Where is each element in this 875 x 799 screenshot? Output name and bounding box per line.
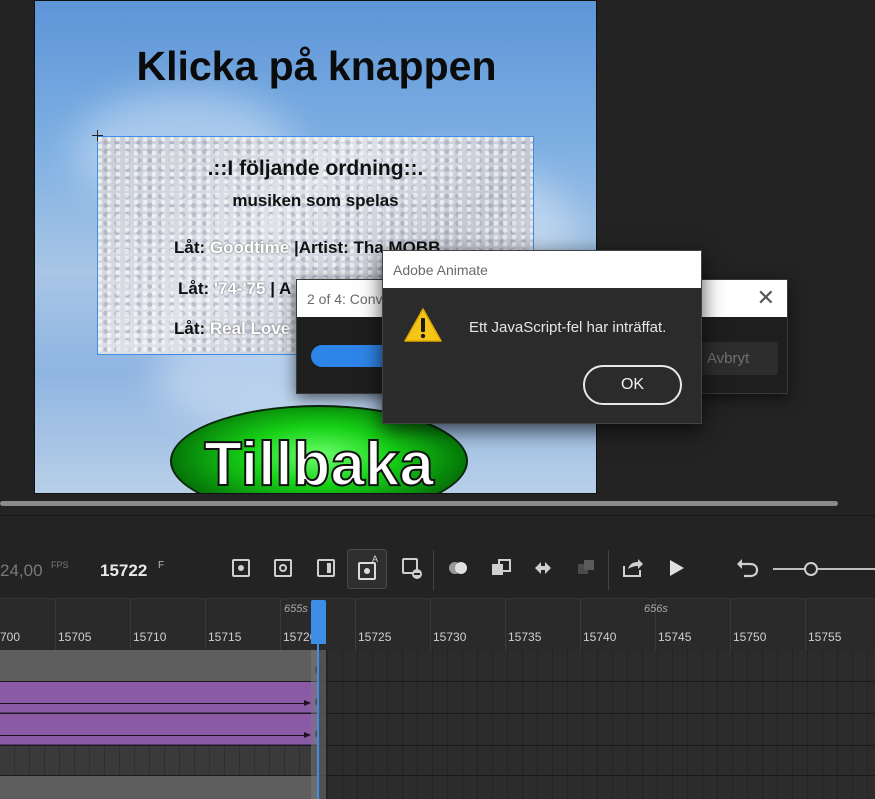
timeline-layer[interactable]	[0, 650, 875, 681]
playhead-line[interactable]	[317, 600, 319, 799]
ruler-tick	[580, 599, 581, 651]
song-row: Låt: '74-'75 | A	[178, 279, 291, 299]
stage-scrollbar-thumb[interactable]	[0, 501, 838, 506]
song-row: Låt: Real Love	[174, 319, 290, 339]
ruler-tick	[805, 599, 806, 651]
seconds-label: 656s	[644, 603, 668, 615]
frame-label: 15750	[733, 630, 767, 644]
frame-label: 15755	[808, 630, 842, 644]
frame-label: 700	[0, 630, 21, 644]
ruler-tick	[730, 599, 731, 651]
adobe-animate-window: Klicka på knappen .::I följande ordning:…	[0, 0, 875, 799]
frame-label: 15745	[658, 630, 692, 644]
svg-text:A: A	[372, 554, 378, 564]
zoom-slider-track[interactable]	[773, 568, 875, 570]
export-icon[interactable]	[620, 556, 644, 580]
textbox-subheading: musiken som spelas	[232, 191, 399, 210]
song-title: Goodtime	[209, 238, 290, 257]
ruler-tick	[55, 599, 56, 651]
fps-value[interactable]: 24,00	[0, 561, 43, 581]
empty-frames[interactable]	[328, 714, 875, 745]
clear-keyframe-icon[interactable]	[400, 556, 424, 580]
insert-blank-keyframe-icon[interactable]	[271, 556, 295, 580]
empty-frames[interactable]	[328, 650, 875, 681]
song-artist: | A	[265, 279, 292, 298]
edit-multiple-frames-icon[interactable]	[574, 556, 598, 580]
timeline-toolbar: 24,00 FPS 15722 F A	[0, 542, 875, 598]
tillbaka-label: Tillbaka	[203, 429, 435, 494]
ruler-tick	[130, 599, 131, 651]
progress-dialog-title: 2 of 4: Conv	[307, 291, 383, 307]
ruler-tick	[280, 599, 281, 651]
textbox-heading: .::I följande ordning::.	[207, 157, 424, 180]
transform-point-icon[interactable]	[92, 130, 103, 141]
timeline-layer[interactable]	[0, 682, 875, 713]
song-prefix: Låt:	[174, 319, 210, 338]
seconds-label: 655s	[284, 603, 308, 615]
warning-icon	[403, 307, 443, 343]
frame-label: 15715	[208, 630, 242, 644]
frame-label: 15740	[583, 630, 617, 644]
motion-tween-span[interactable]	[0, 714, 318, 745]
ruler-tick	[355, 599, 356, 651]
timeline-layer[interactable]	[0, 746, 875, 777]
frame-label: 15735	[508, 630, 542, 644]
panel-divider[interactable]	[0, 515, 875, 516]
onion-skin-icon[interactable]	[446, 556, 470, 580]
empty-frames[interactable]	[328, 682, 875, 713]
frame-span[interactable]	[0, 776, 318, 799]
timeline-layer[interactable]	[0, 776, 875, 799]
ruler-tick	[205, 599, 206, 651]
empty-frames[interactable]	[328, 776, 875, 799]
toolbar-separator	[433, 550, 434, 590]
undo-icon[interactable]	[736, 556, 760, 580]
insert-frame-icon[interactable]	[314, 556, 338, 580]
current-frame-value[interactable]: 15722	[100, 561, 147, 581]
ruler-tick	[430, 599, 431, 651]
loop-icon[interactable]	[531, 556, 555, 580]
frame-label: 15710	[133, 630, 167, 644]
frame-span[interactable]	[0, 650, 318, 681]
frame-unit: F	[158, 560, 165, 571]
ruler-tick	[505, 599, 506, 651]
auto-keyframe-toggle[interactable]: A	[347, 549, 387, 589]
toolbar-separator	[608, 550, 609, 590]
song-title: Real Love	[209, 319, 291, 338]
timeline-layer[interactable]	[0, 714, 875, 745]
error-message: Ett JavaScript-fel har inträffat.	[469, 319, 667, 336]
motion-tween-span[interactable]	[0, 682, 318, 713]
play-icon[interactable]	[664, 556, 688, 580]
timeline-ruler[interactable]: 655s 656s 700 15705 15710 15715 15720 15…	[0, 598, 875, 651]
insert-keyframe-icon[interactable]	[229, 556, 253, 580]
song-title: '74-'75	[213, 279, 266, 298]
song-prefix: Låt:	[174, 238, 210, 257]
frame-label: 15705	[58, 630, 92, 644]
frame-span[interactable]	[0, 746, 318, 777]
close-icon[interactable]: ✕	[757, 287, 775, 309]
create-tween-icon[interactable]	[489, 556, 513, 580]
stage-title: Klicka på knappen	[136, 43, 497, 89]
error-dialog-title: Adobe Animate	[393, 262, 488, 278]
error-dialog: Adobe Animate Ett JavaScript-fel har int…	[382, 250, 702, 424]
fps-unit: FPS	[51, 560, 69, 570]
tween-arrow	[0, 732, 311, 738]
auto-keyframe-icon: A	[358, 554, 378, 580]
zoom-slider-handle[interactable]	[804, 562, 818, 576]
ok-button[interactable]: OK	[583, 365, 682, 405]
empty-frames[interactable]	[328, 746, 875, 777]
song-prefix: Låt:	[178, 279, 214, 298]
frame-label: 15730	[433, 630, 467, 644]
error-dialog-titlebar[interactable]: Adobe Animate	[383, 251, 701, 288]
tween-arrow	[0, 700, 311, 706]
frame-label: 15725	[358, 630, 392, 644]
